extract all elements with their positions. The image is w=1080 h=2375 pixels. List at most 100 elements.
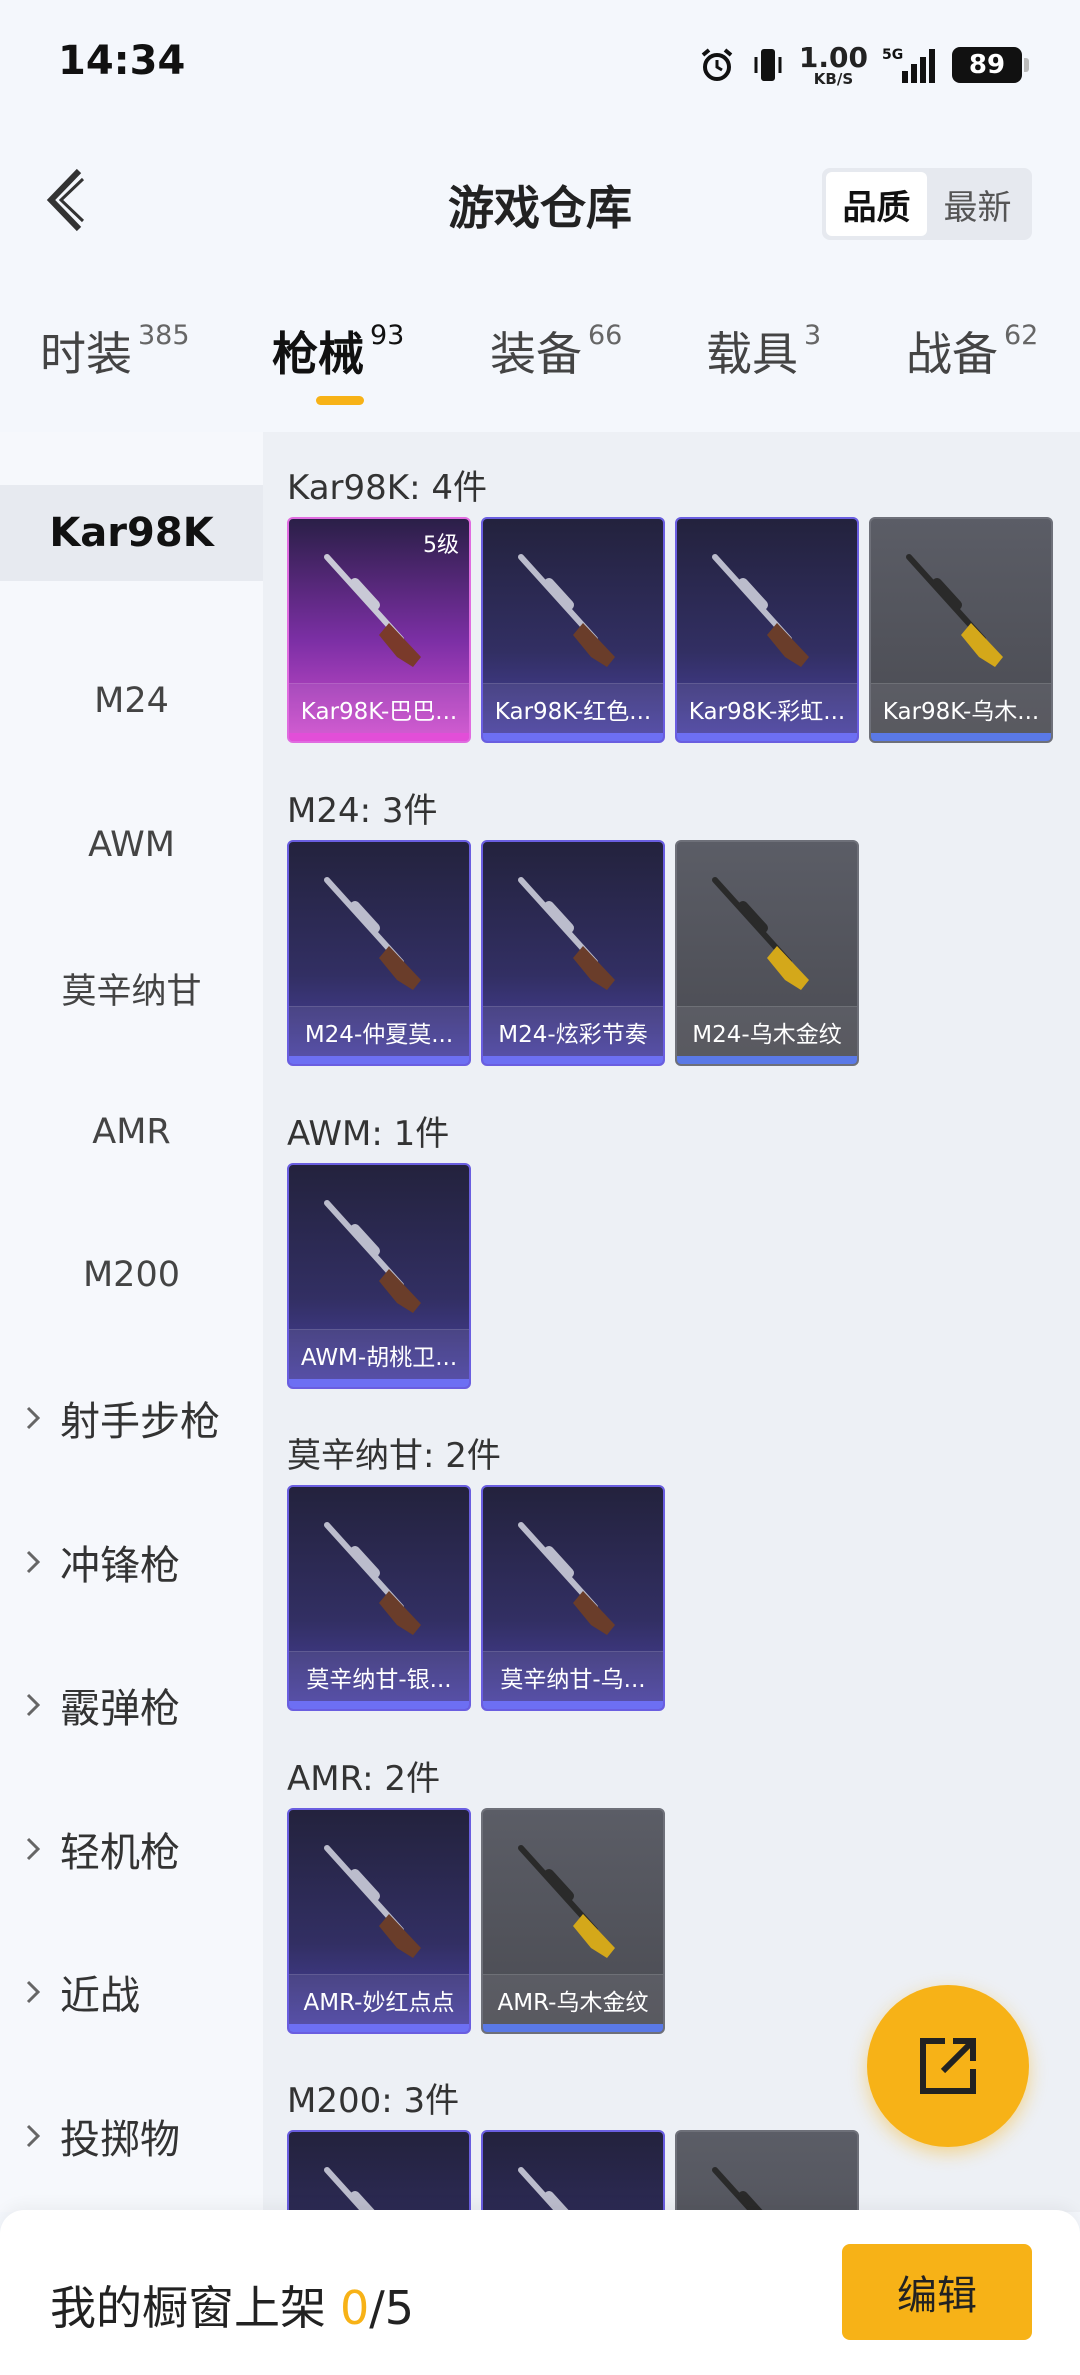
- rarity-bar: [871, 733, 1051, 741]
- weapon-grid[interactable]: Kar98K: 4件 5级 Kar98K-巴巴... Kar98K-红色... Kar9…: [263, 432, 1080, 2212]
- section-title: AMR: 2件: [287, 1759, 441, 1799]
- weapon-skin-card[interactable]: [481, 2130, 665, 2212]
- weapon-skin-name: M24-乌木金纹: [677, 1006, 857, 1056]
- rifle-icon: [518, 877, 615, 990]
- weapon-skin-name: 莫辛纳甘-乌...: [483, 1651, 663, 1701]
- weapon-skin-name: M24-炫彩节奏: [483, 1006, 663, 1056]
- weapon-skin-card[interactable]: M24-炫彩节奏: [481, 840, 665, 1066]
- weapon-skin-card[interactable]: M24-仲夏莫...: [287, 840, 471, 1066]
- share-fab[interactable]: [867, 1985, 1029, 2147]
- rifle-icon: [324, 554, 421, 667]
- rarity-bar: [483, 2024, 663, 2032]
- rifle-icon: [324, 877, 421, 990]
- tab-vehicles[interactable]: 载具 3: [706, 318, 821, 384]
- sidebar-category-melee[interactable]: 近战: [0, 1944, 263, 2040]
- rarity-bar: [677, 1056, 857, 1064]
- weapon-skin-card[interactable]: [675, 2130, 859, 2212]
- status-bar: 14:34 1.00 KB/S 5G 89: [0, 0, 1080, 130]
- chevron-right-icon: [26, 1980, 46, 2004]
- sort-toggle: 品质 最新: [822, 168, 1032, 240]
- rifle-icon: [324, 1845, 421, 1958]
- chevron-right-icon: [26, 1693, 46, 1717]
- chevron-right-icon: [26, 2124, 46, 2148]
- status-time: 14:34: [58, 38, 186, 84]
- sidebar-category-smg[interactable]: 冲锋枪: [0, 1514, 263, 1610]
- weapon-skin-card[interactable]: 5级 Kar98K-巴巴...: [287, 517, 471, 743]
- weapon-skin-name: AMR-乌木金纹: [483, 1974, 663, 2024]
- edit-button[interactable]: 编辑: [842, 2244, 1032, 2340]
- rifle-icon: [518, 1522, 615, 1635]
- weapon-skin-card[interactable]: Kar98K-乌木...: [869, 517, 1053, 743]
- rifle-icon: [712, 877, 809, 990]
- weapon-skin-name: M24-仲夏莫...: [289, 1006, 469, 1056]
- rifle-icon: [712, 2167, 765, 2212]
- share-external-icon: [920, 2038, 976, 2094]
- sidebar-item-awm[interactable]: AWM: [0, 797, 263, 893]
- weapon-skin-name: AWM-胡桃卫...: [289, 1329, 469, 1379]
- tab-guns[interactable]: 枪械 93: [272, 318, 404, 384]
- sidebar-category-shotgun[interactable]: 霰弹枪: [0, 1657, 263, 1753]
- sidebar-item-amr[interactable]: AMR: [0, 1084, 263, 1180]
- weapon-skin-card[interactable]: AWM-胡桃卫...: [287, 1163, 471, 1389]
- weapon-sidebar[interactable]: Kar98K M24 AWM 莫辛纳甘 AMR M200 射手步枪 冲锋枪 霰弹…: [0, 432, 263, 2212]
- weapon-skin-card[interactable]: AMR-乌木金纹: [481, 1808, 665, 2034]
- signal-icon: 5G: [882, 45, 938, 85]
- rifle-icon: [324, 1522, 421, 1635]
- section-title: 莫辛纳甘: 2件: [287, 1436, 501, 1476]
- tab-fashion[interactable]: 时装 385: [40, 318, 190, 384]
- sidebar-category-lmg[interactable]: 轻机枪: [0, 1801, 263, 1897]
- active-tab-indicator: [316, 396, 364, 405]
- rarity-bar: [483, 733, 663, 741]
- sidebar-item-m24[interactable]: M24: [0, 653, 263, 749]
- rarity-bar: [289, 2024, 469, 2032]
- section-title: AWM: 1件: [287, 1114, 450, 1154]
- rifle-icon: [518, 554, 615, 667]
- showcase-status: 我的橱窗上架 0 /5: [50, 2281, 415, 2335]
- net-speed: 1.00 KB/S: [798, 40, 868, 88]
- battery-indicator: 89: [952, 47, 1029, 83]
- rifle-icon: [518, 1845, 615, 1958]
- rifle-icon: [324, 1200, 421, 1313]
- section-title: M24: 3件: [287, 791, 438, 831]
- chevron-right-icon: [26, 1837, 46, 1861]
- rarity-bar: [483, 1056, 663, 1064]
- chevron-right-icon: [26, 1550, 46, 1574]
- weapon-skin-card[interactable]: 莫辛纳甘-乌...: [481, 1485, 665, 1711]
- sidebar-category-throwables[interactable]: 投掷物: [0, 2088, 263, 2184]
- tab-equipment[interactable]: 装备 66: [490, 318, 622, 384]
- weapon-skin-name: AMR-妙红点点: [289, 1974, 469, 2024]
- weapon-skin-card[interactable]: Kar98K-红色...: [481, 517, 665, 743]
- weapon-skin-name: 莫辛纳甘-银...: [289, 1651, 469, 1701]
- weapon-skin-name: Kar98K-巴巴...: [289, 683, 469, 733]
- rarity-bar: [677, 733, 857, 741]
- rarity-bar: [289, 1379, 469, 1387]
- weapon-skin-card[interactable]: 莫辛纳甘-银...: [287, 1485, 471, 1711]
- sidebar-item-kar98k[interactable]: Kar98K: [0, 485, 263, 581]
- sidebar-item-m200[interactable]: M200: [0, 1227, 263, 1323]
- category-tabs: 时装 385 枪械 93 装备 66 载具 3 战备 62: [0, 318, 1080, 418]
- sort-quality-button[interactable]: 品质: [826, 172, 927, 236]
- section-title: M200: 3件: [287, 2081, 460, 2121]
- sidebar-item-mosin[interactable]: 莫辛纳甘: [0, 940, 263, 1036]
- tab-supplies[interactable]: 战备 62: [906, 318, 1038, 384]
- rifle-icon: [518, 2167, 571, 2212]
- rifle-icon: [712, 554, 809, 667]
- alarm-icon: [697, 45, 737, 85]
- status-icons: 1.00 KB/S 5G 89: [697, 40, 1029, 90]
- rifle-icon: [324, 2167, 377, 2212]
- weapon-skin-card[interactable]: Kar98K-彩虹...: [675, 517, 859, 743]
- rarity-bar: [483, 1701, 663, 1709]
- weapon-skin-name: Kar98K-彩虹...: [677, 683, 857, 733]
- level-badge: 5级: [423, 533, 459, 558]
- weapon-skin-card[interactable]: M24-乌木金纹: [675, 840, 859, 1066]
- vibrate-icon: [751, 45, 785, 85]
- showcase-panel: 我的橱窗上架 0 /5 编辑: [0, 2210, 1080, 2375]
- sort-latest-button[interactable]: 最新: [927, 172, 1028, 236]
- weapon-skin-name: Kar98K-红色...: [483, 683, 663, 733]
- weapon-skin-name: Kar98K-乌木...: [871, 683, 1051, 733]
- chevron-right-icon: [26, 1406, 46, 1430]
- weapon-skin-card[interactable]: AMR-妙红点点: [287, 1808, 471, 2034]
- weapon-skin-card[interactable]: [287, 2130, 471, 2212]
- rifle-icon: [906, 554, 1003, 667]
- sidebar-category-dmr[interactable]: 射手步枪: [0, 1370, 263, 1466]
